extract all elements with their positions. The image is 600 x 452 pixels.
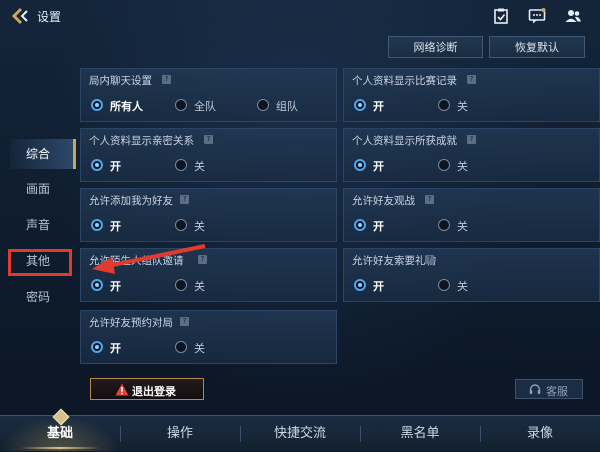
- allow-stranger-invite-setting: 允许陌生人组队邀请? 开 关: [80, 248, 337, 302]
- help-icon[interactable]: ?: [198, 255, 207, 264]
- radio-selected-icon[interactable]: [91, 159, 103, 171]
- help-icon[interactable]: ?: [180, 195, 189, 204]
- radio-unselected-icon[interactable]: [438, 279, 450, 291]
- radio-label: 关: [194, 280, 205, 293]
- headset-icon: [529, 384, 541, 394]
- warning-icon: [115, 383, 129, 396]
- tab-quick-chat[interactable]: 快捷交流: [240, 416, 360, 451]
- radio-unselected-icon[interactable]: [438, 159, 450, 171]
- radio-selected-icon[interactable]: [354, 159, 366, 171]
- bottom-tab-bar: 基础 操作 快捷交流 黑名单 录像: [0, 408, 600, 451]
- highlight-annotation-box: [8, 249, 72, 276]
- show-intimacy-setting: 个人资料显示亲密关系? 开 关: [80, 128, 337, 182]
- logout-button[interactable]: 退出登录: [90, 378, 204, 400]
- allow-add-friend-setting: 允许添加我为好友? 开 关: [80, 188, 337, 242]
- restore-default-button[interactable]: 恢复默认: [489, 36, 585, 58]
- radio-label: 关: [457, 100, 468, 113]
- logout-label: 退出登录: [132, 385, 176, 398]
- radio-unselected-icon[interactable]: [438, 219, 450, 231]
- radio-label: 开: [110, 280, 121, 293]
- sidebar-item-display[interactable]: 画面: [10, 174, 76, 204]
- radio-label: 关: [457, 160, 468, 173]
- tab-basic[interactable]: 基础: [0, 408, 120, 451]
- radio-unselected-icon[interactable]: [257, 99, 269, 111]
- help-icon[interactable]: ?: [204, 135, 213, 144]
- tab-basic-label: 基础: [46, 426, 73, 441]
- sidebar-item-general[interactable]: 综合: [10, 139, 76, 169]
- show-match-record-setting: 个人资料显示比赛记录? 开 关: [343, 68, 600, 122]
- radio-label: 关: [457, 280, 468, 293]
- help-icon[interactable]: ?: [425, 255, 434, 264]
- radio-label: 关: [194, 220, 205, 233]
- radio-label: 开: [373, 160, 384, 173]
- allow-gift-request-setting: 允许好友索要礼物? 开 关: [343, 248, 600, 302]
- radio-selected-icon[interactable]: [354, 99, 366, 111]
- radio-label: 所有人: [110, 100, 143, 113]
- help-icon[interactable]: ?: [467, 135, 476, 144]
- radio-selected-icon[interactable]: [91, 341, 103, 353]
- radio-label: 组队: [276, 100, 298, 113]
- setting-title: 个人资料显示比赛记录: [352, 75, 457, 87]
- radio-unselected-icon[interactable]: [175, 159, 187, 171]
- setting-title: 局内聊天设置: [89, 75, 152, 87]
- radio-unselected-icon[interactable]: [175, 219, 187, 231]
- tab-replay[interactable]: 录像: [480, 416, 600, 451]
- radio-label: 关: [457, 220, 468, 233]
- radio-unselected-icon[interactable]: [438, 99, 450, 111]
- back-chevron-icon[interactable]: [10, 7, 30, 25]
- page-title: 设置: [37, 10, 62, 24]
- customer-service-button[interactable]: 客服: [515, 379, 583, 399]
- friends-icon[interactable]: [564, 7, 582, 25]
- radio-unselected-icon[interactable]: [175, 279, 187, 291]
- tab-controls[interactable]: 操作: [120, 416, 240, 451]
- radio-label: 开: [110, 220, 121, 233]
- help-icon[interactable]: ?: [467, 75, 476, 84]
- allow-spectate-setting: 允许好友观战? 开 关: [343, 188, 600, 242]
- setting-title: 允许好友观战: [352, 195, 415, 207]
- radio-selected-icon[interactable]: [91, 219, 103, 231]
- setting-title: 个人资料显示所获成就: [352, 135, 457, 147]
- sidebar-item-sound[interactable]: 声音: [10, 210, 76, 240]
- network-diagnosis-button[interactable]: 网络诊断: [388, 36, 483, 58]
- radio-selected-icon[interactable]: [354, 279, 366, 291]
- in-game-chat-setting: 局内聊天设置? 所有人 全队 组队: [80, 68, 337, 122]
- radio-unselected-icon[interactable]: [175, 341, 187, 353]
- radio-unselected-icon[interactable]: [175, 99, 187, 111]
- tab-blacklist[interactable]: 黑名单: [360, 416, 480, 451]
- customer-service-label: 客服: [546, 385, 568, 398]
- radio-selected-icon[interactable]: [91, 99, 103, 111]
- setting-title: 个人资料显示亲密关系: [89, 135, 194, 147]
- radio-label: 开: [110, 342, 121, 355]
- task-clipboard-icon[interactable]: [492, 7, 510, 25]
- active-tab-underline: [20, 447, 100, 449]
- show-achievements-setting: 个人资料显示所获成就? 开 关: [343, 128, 600, 182]
- help-icon[interactable]: ?: [425, 195, 434, 204]
- radio-label: 开: [373, 220, 384, 233]
- radio-selected-icon[interactable]: [354, 219, 366, 231]
- radio-label: 开: [373, 100, 384, 113]
- radio-selected-icon[interactable]: [91, 279, 103, 291]
- radio-label: 全队: [194, 100, 216, 113]
- help-icon[interactable]: ?: [162, 75, 171, 84]
- help-icon[interactable]: ?: [180, 317, 189, 326]
- setting-title: 允许添加我为好友: [89, 195, 173, 207]
- setting-title: 允许好友索要礼物: [352, 255, 436, 267]
- setting-title: 允许好友预约对局: [89, 317, 173, 329]
- sidebar-item-password[interactable]: 密码: [10, 282, 76, 312]
- radio-label: 关: [194, 160, 205, 173]
- chat-message-icon[interactable]: [528, 7, 546, 25]
- allow-reservation-setting: 允许好友预约对局? 开 关: [80, 310, 337, 364]
- radio-label: 关: [194, 342, 205, 355]
- setting-title: 允许陌生人组队邀请: [89, 255, 184, 267]
- radio-label: 开: [110, 160, 121, 173]
- radio-label: 开: [373, 280, 384, 293]
- top-bar: 设置: [0, 0, 600, 32]
